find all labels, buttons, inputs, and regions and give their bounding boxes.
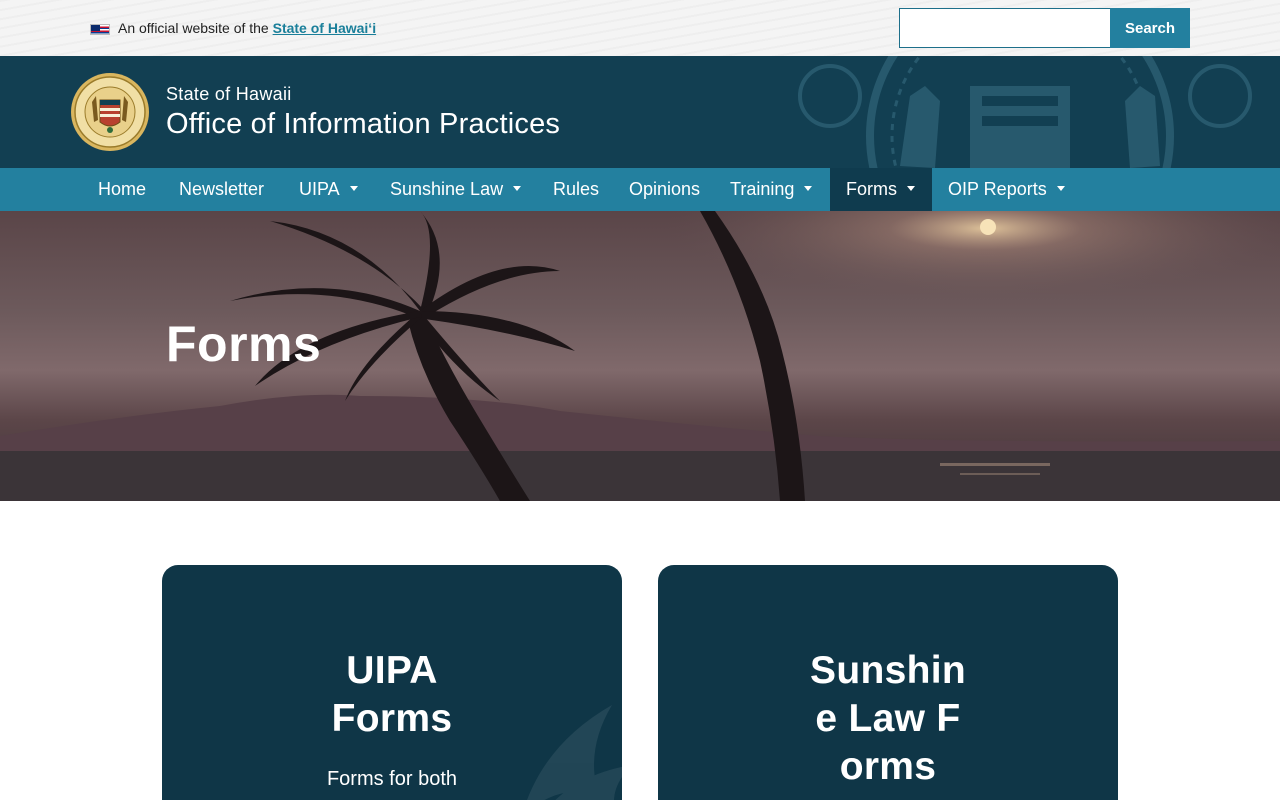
nav-label: Newsletter [179,179,265,199]
nav-label: Forms [846,179,897,199]
site-header: State of Hawaii Office of Information Pr… [0,56,1280,168]
nav-label: Home [98,179,147,199]
nav-item-uipa[interactable]: UIPA [283,168,374,211]
nav-label: Opinions [629,179,701,199]
dropdown-caret-icon [513,185,522,191]
card-title: UIPA Forms [331,649,453,740]
state-of-hawaii-link[interactable]: State of Hawaiʻi [273,20,376,36]
nav-label: OIP Reports [948,179,1047,199]
page-title: Forms [166,316,322,372]
search-input[interactable] [899,8,1111,48]
nav-item-opinions[interactable]: Opinions [613,168,716,211]
dropdown-caret-icon [1056,185,1065,191]
card-title: Sunshine Law Forms [810,649,966,788]
dropdown-caret-icon [804,185,813,191]
main-navigation: Home Newsletter UIPA Sunshine Law Rules … [0,168,1280,211]
official-banner: An official website of the State of Hawa… [0,0,1280,56]
nav-item-home[interactable]: Home [82,168,162,211]
hero-banner: Forms [0,211,1280,501]
state-seal-background-art [798,56,1252,168]
uipa-forms-card[interactable]: UIPA Forms Forms for both [162,565,622,800]
nav-item-forms[interactable]: Forms [830,168,932,211]
official-site-notice: An official website of the State of Hawa… [118,20,376,36]
state-label: State of Hawaii [166,84,292,104]
sunshine-law-forms-card[interactable]: Sunshine Law Forms [658,565,1118,800]
nav-item-rules[interactable]: Rules [537,168,615,211]
nav-item-sunshine-law[interactable]: Sunshine Law [374,168,537,211]
nav-item-newsletter[interactable]: Newsletter [163,168,280,211]
state-seal-logo[interactable] [70,72,150,152]
nav-item-oip-reports[interactable]: OIP Reports [932,168,1081,211]
hawaii-flag-icon [90,24,110,35]
official-notice-text: An official website of the [118,20,273,36]
card-description: Forms for both [326,768,458,790]
site-title[interactable]: Office of Information Practices [166,108,560,141]
nav-item-training[interactable]: Training [714,168,828,211]
nav-label: UIPA [299,179,340,199]
nav-label: Sunshine Law [390,179,504,199]
search-button[interactable]: Search [1110,8,1190,48]
nav-label: Rules [553,179,600,199]
nav-label: Training [730,179,795,199]
dropdown-caret-icon [907,185,915,191]
dropdown-caret-icon [349,185,358,191]
